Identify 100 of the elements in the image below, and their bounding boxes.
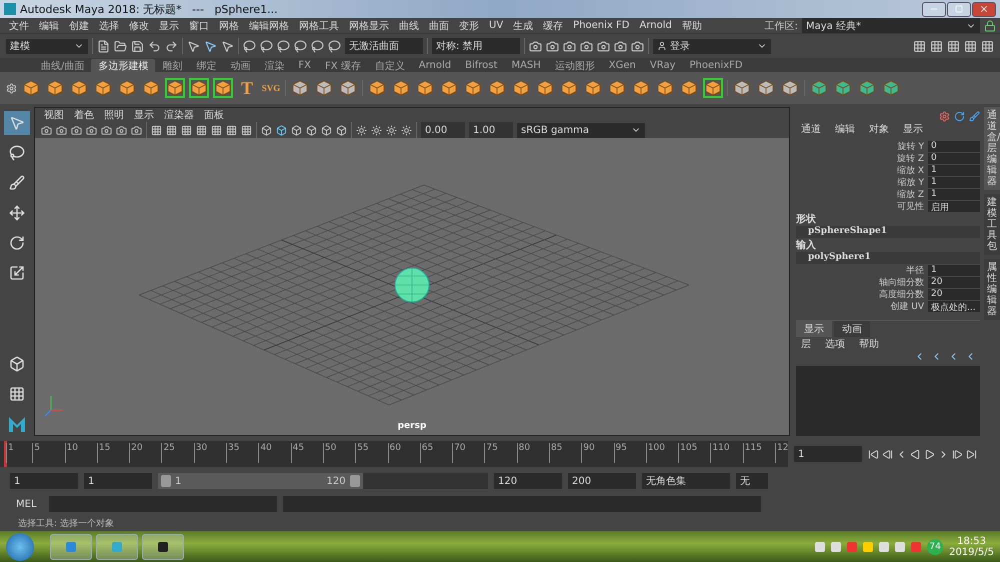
menu-item[interactable]: 文件 — [4, 18, 34, 32]
layer-menu-item[interactable]: 选项 — [820, 337, 850, 351]
play-button[interactable] — [924, 448, 935, 460]
cube-icon[interactable] — [583, 78, 603, 98]
play-backward-button[interactable] — [910, 448, 921, 460]
viewport-menu-item[interactable]: 视图 — [39, 108, 69, 122]
cube-icon[interactable] — [45, 78, 65, 98]
command-input[interactable] — [48, 496, 277, 512]
cube-icon[interactable] — [857, 78, 877, 98]
menu-item[interactable]: 网格显示 — [344, 18, 394, 32]
start-frame-field[interactable]: 1 — [10, 473, 78, 489]
layer-menu-item[interactable]: 层 — [796, 337, 816, 351]
current-time-marker[interactable] — [4, 441, 7, 467]
tray-icon[interactable] — [831, 542, 842, 552]
go-to-start-button[interactable] — [868, 448, 879, 460]
cube-icon[interactable] — [535, 78, 555, 98]
cube-icon[interactable] — [631, 78, 651, 98]
node-name[interactable]: pSphereShape1 — [796, 226, 980, 238]
channel-menu-item[interactable]: 通道 — [796, 122, 826, 136]
channel-value[interactable]: 20 — [928, 289, 980, 300]
cube-icon[interactable] — [780, 78, 800, 98]
range-fill[interactable]: 1 120 — [158, 473, 363, 489]
menu-item[interactable]: 编辑网格 — [244, 18, 294, 32]
cube-icon[interactable] — [391, 78, 411, 98]
viewport-menu-item[interactable]: 着色 — [69, 108, 99, 122]
menu-item[interactable]: 网格 — [214, 18, 244, 32]
menu-item[interactable]: 缓存 — [538, 18, 568, 32]
menu-set-dropdown[interactable]: 建模 — [6, 38, 88, 54]
cube-icon[interactable] — [69, 78, 89, 98]
menu-item[interactable]: 创建 — [64, 18, 94, 32]
channel-value[interactable]: 1 — [928, 177, 980, 188]
viewport-menu-item[interactable]: 照明 — [99, 108, 129, 122]
layer-menu-item[interactable]: 帮助 — [854, 337, 884, 351]
viewport-menu-item[interactable]: 渲染器 — [159, 108, 199, 122]
cube-icon[interactable] — [463, 78, 483, 98]
layer-tab[interactable]: 显示 — [796, 321, 832, 337]
cube-icon[interactable] — [93, 78, 113, 98]
cube-icon[interactable] — [439, 78, 459, 98]
viewport-canvas[interactable]: persp — [35, 138, 789, 435]
channel-value[interactable]: 启用 — [928, 201, 980, 212]
exposure-field[interactable]: 0.00 — [421, 122, 465, 138]
menu-item[interactable]: 网格工具 — [294, 18, 344, 32]
select-tool-button[interactable] — [4, 111, 30, 135]
current-frame-field[interactable]: 1 — [794, 446, 862, 462]
cube-icon[interactable] — [165, 78, 185, 98]
sphere-drawing[interactable] — [394, 268, 430, 302]
playback-end-field[interactable]: 120 — [494, 473, 562, 489]
channel-value[interactable]: 0 — [928, 141, 980, 152]
menu-item[interactable]: 生成 — [508, 18, 538, 32]
go-to-end-button[interactable] — [966, 448, 977, 460]
channel-value[interactable]: 极点处的... — [928, 301, 980, 312]
login-dropdown[interactable]: 登录 — [653, 38, 771, 54]
color-space-dropdown[interactable]: sRGB gamma — [517, 122, 645, 138]
tray-icon[interactable] — [895, 542, 906, 552]
live-surface-field[interactable]: 无激活曲面 — [345, 38, 423, 54]
menu-item[interactable]: Phoenix FD — [568, 20, 634, 31]
time-slider[interactable]: 1 5 10 15 20 25 30 35 40 45 50 55 60 65 70 75 80 85 90 95 100 105 110 115 12 — [0, 441, 788, 467]
menu-item[interactable]: 选择 — [94, 18, 124, 32]
menu-item[interactable]: 变形 — [454, 18, 484, 32]
menu-item[interactable]: 曲线 — [394, 18, 424, 32]
range-slider[interactable]: 1 120 — [158, 473, 488, 489]
cube-icon[interactable] — [559, 78, 579, 98]
menu-item[interactable]: 显示 — [154, 18, 184, 32]
cube-icon[interactable] — [511, 78, 531, 98]
menu-item[interactable]: 修改 — [124, 18, 154, 32]
cube-icon[interactable] — [881, 78, 901, 98]
layer-tab[interactable]: 动画 — [834, 321, 870, 337]
tray-icon[interactable] — [879, 542, 890, 552]
viewport-menu-item[interactable]: 显示 — [129, 108, 159, 122]
cube-icon[interactable] — [213, 78, 233, 98]
side-tab[interactable]: 建模工具包 — [984, 194, 1000, 255]
close-button[interactable] — [972, 2, 996, 16]
cube-icon[interactable] — [415, 78, 435, 98]
anim-layer-field[interactable]: 无 — [736, 473, 768, 489]
cube-icon[interactable] — [367, 78, 387, 98]
tray-icon[interactable] — [863, 542, 874, 552]
channel-value[interactable]: 0 — [928, 153, 980, 164]
menu-item[interactable]: UV — [484, 20, 508, 31]
channel-value[interactable]: 1 — [928, 189, 980, 200]
side-tab[interactable]: 属性编辑器 — [984, 259, 1000, 320]
channel-menu-item[interactable]: 对象 — [864, 122, 894, 136]
tray-icon[interactable] — [815, 542, 826, 552]
cube-icon[interactable] — [21, 78, 41, 98]
cube-icon[interactable] — [117, 78, 137, 98]
channel-value[interactable]: 1 — [928, 165, 980, 176]
cube-icon[interactable] — [487, 78, 507, 98]
node-name[interactable]: polySphere1 — [796, 252, 980, 264]
gamma-field[interactable]: 1.00 — [469, 122, 513, 138]
cube-icon[interactable] — [679, 78, 699, 98]
symmetry-field[interactable]: 对称: 禁用 — [432, 38, 520, 54]
cube-icon[interactable] — [189, 78, 209, 98]
channel-value[interactable]: 20 — [928, 277, 980, 288]
side-tab[interactable]: 通道盒/层编辑器 — [984, 107, 1000, 190]
cube-icon[interactable] — [756, 78, 776, 98]
menu-item[interactable]: 编辑 — [34, 18, 64, 32]
cube-icon[interactable] — [314, 78, 334, 98]
shelf-tab[interactable]: 多边形建模 — [91, 59, 156, 72]
taskbar-app-button[interactable] — [142, 534, 184, 560]
cube-icon[interactable] — [809, 78, 829, 98]
cube-icon[interactable] — [732, 78, 752, 98]
